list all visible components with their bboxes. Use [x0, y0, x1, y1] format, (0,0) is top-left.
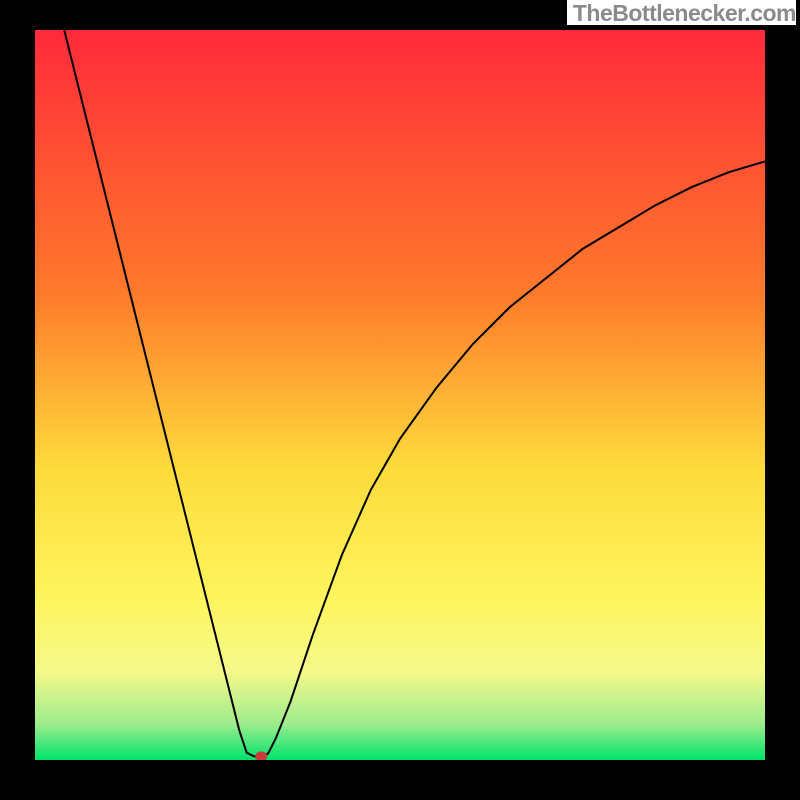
chart-svg [35, 30, 765, 760]
attribution-label: TheBottlenecker.com [567, 0, 796, 25]
gradient-background [35, 30, 765, 760]
plot-area [35, 30, 765, 760]
chart-frame: TheBottlenecker.com [0, 0, 800, 800]
